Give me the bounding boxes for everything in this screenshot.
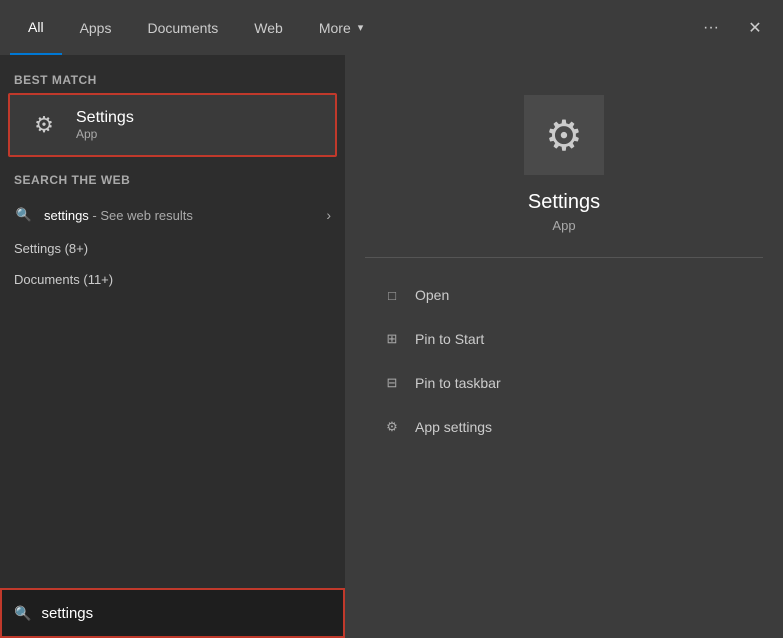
tab-web[interactable]: Web xyxy=(236,0,301,55)
search-window: All Apps Documents Web More ▾ ··· ✕ xyxy=(0,0,783,638)
close-button[interactable]: ✕ xyxy=(737,10,773,46)
pin-start-icon: ⊞ xyxy=(381,328,403,350)
context-open[interactable]: □ Open xyxy=(365,274,763,316)
app-preview-name: Settings xyxy=(528,191,600,214)
best-match-label: Best match xyxy=(0,65,345,93)
tab-apps[interactable]: Apps xyxy=(62,0,130,55)
web-search-see-results: - See web results xyxy=(89,208,193,223)
close-icon: ✕ xyxy=(748,18,761,38)
settings-icon: ⚙ xyxy=(24,105,64,145)
chevron-right-icon: › xyxy=(326,207,331,223)
context-menu: □ Open ⊞ Pin to Start ⊟ Pin to taskbar xyxy=(365,274,763,448)
nav-actions: ··· ✕ xyxy=(693,10,773,46)
chevron-down-icon: ▾ xyxy=(358,21,364,34)
right-panel: ⚙ Settings App □ Open ⊞ Pin to Start xyxy=(345,55,783,638)
documents-more-item[interactable]: Documents (11+) xyxy=(0,264,345,295)
web-search-label: Search the web xyxy=(0,165,345,193)
best-match-item[interactable]: ⚙ Settings App xyxy=(8,93,337,157)
pin-taskbar-icon: ⊟ xyxy=(381,372,403,394)
search-box-icon: 🔍 xyxy=(14,605,31,622)
tab-all[interactable]: All xyxy=(10,0,62,55)
open-icon: □ xyxy=(381,284,403,306)
app-preview-icon-container: ⚙ xyxy=(524,95,604,175)
web-search-item[interactable]: 🔍 settings - See web results › xyxy=(0,197,345,233)
context-pin-start[interactable]: ⊞ Pin to Start xyxy=(365,318,763,360)
search-box-container: 🔍 xyxy=(0,588,345,638)
best-match-type: App xyxy=(76,127,134,141)
web-search-section-label-wrap: Search the web xyxy=(0,165,345,193)
nav-tabs: All Apps Documents Web More ▾ xyxy=(10,0,693,55)
app-settings-icon: ⚙ xyxy=(381,416,403,438)
web-search-query: settings xyxy=(44,208,89,223)
app-gear-icon: ⚙ xyxy=(545,111,583,160)
nav-bar: All Apps Documents Web More ▾ ··· ✕ xyxy=(0,0,783,55)
search-input[interactable] xyxy=(41,605,331,622)
tab-documents[interactable]: Documents xyxy=(129,0,236,55)
left-panel: Best match ⚙ Settings App Search the web… xyxy=(0,55,345,638)
settings-more-item[interactable]: Settings (8+) xyxy=(0,233,345,264)
search-icon: 🔍 xyxy=(14,205,34,225)
web-search-text: settings - See web results xyxy=(44,208,326,223)
best-match-name: Settings xyxy=(76,109,134,127)
app-preview-type: App xyxy=(552,218,575,233)
tab-more[interactable]: More ▾ xyxy=(301,0,381,55)
context-app-settings[interactable]: ⚙ App settings xyxy=(365,406,763,448)
divider xyxy=(365,257,763,258)
context-pin-taskbar[interactable]: ⊟ Pin to taskbar xyxy=(365,362,763,404)
content-area: Best match ⚙ Settings App Search the web… xyxy=(0,55,783,638)
best-match-info: Settings App xyxy=(76,109,134,141)
ellipsis-button[interactable]: ··· xyxy=(693,10,729,46)
